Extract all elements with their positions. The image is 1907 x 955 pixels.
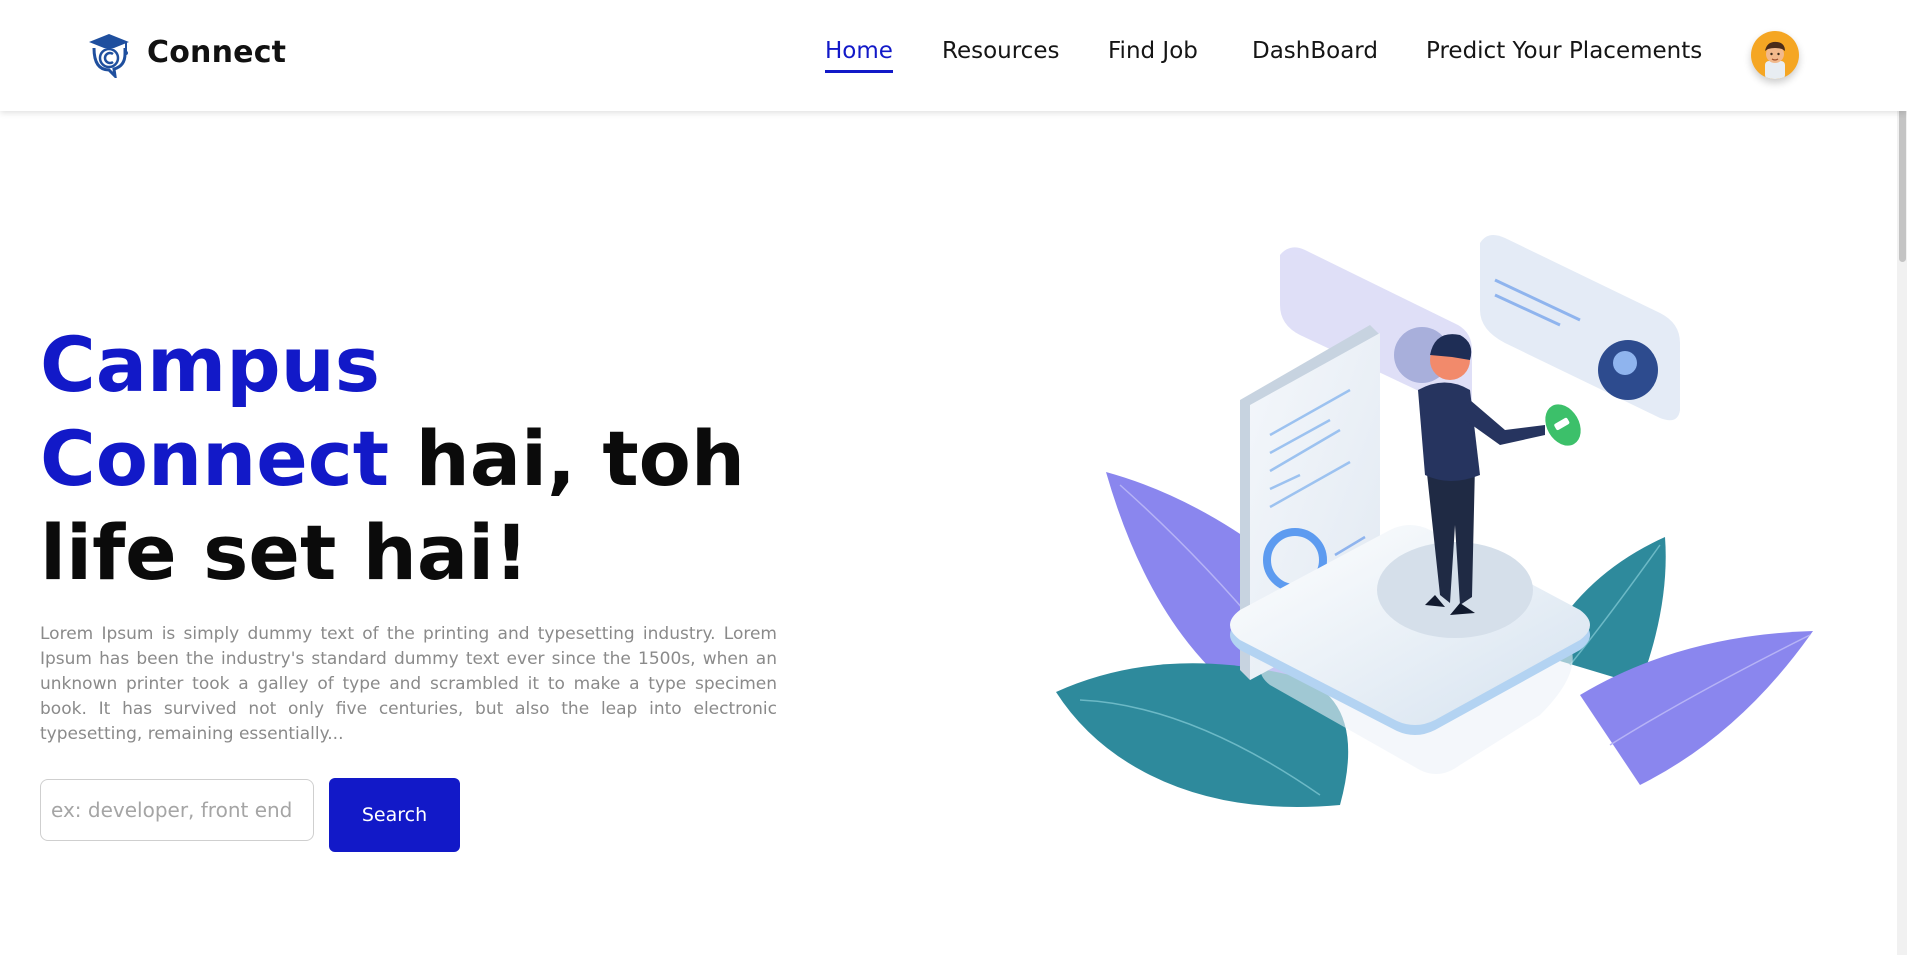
hero-title-line2-rest: hai, toh	[389, 414, 746, 503]
search-input[interactable]	[40, 779, 314, 841]
avatar-face-icon	[1765, 41, 1785, 79]
hero-description: Lorem Ipsum is simply dummy text of the …	[40, 624, 777, 744]
hero-title: Campus Connect hai, toh life set hai!	[40, 318, 840, 600]
businessman-with-profile-cards-illustration	[1056, 234, 1813, 807]
top-navbar: Connect Home Resources Find Job DashBoar…	[0, 0, 1907, 111]
nav-item-home[interactable]: Home	[825, 38, 893, 73]
hero-title-line1: Campus	[40, 320, 380, 409]
nav-item-resources[interactable]: Resources	[942, 38, 1059, 70]
user-avatar-icon[interactable]	[1751, 31, 1799, 79]
profile-card-front	[1480, 234, 1680, 421]
nav-item-dashboard[interactable]: DashBoard	[1252, 38, 1378, 70]
main-nav: Home Resources Find Job DashBoard Predic…	[0, 38, 1907, 78]
hero-title-brand: Connect	[40, 414, 390, 503]
nav-item-predict-placements[interactable]: Predict Your Placements	[1426, 38, 1702, 70]
search-button[interactable]: Search	[329, 778, 460, 852]
nav-item-find-job[interactable]: Find Job	[1108, 38, 1198, 70]
hero-title-line3: life set hai!	[40, 508, 529, 597]
page-scrollbar[interactable]	[1897, 0, 1907, 955]
